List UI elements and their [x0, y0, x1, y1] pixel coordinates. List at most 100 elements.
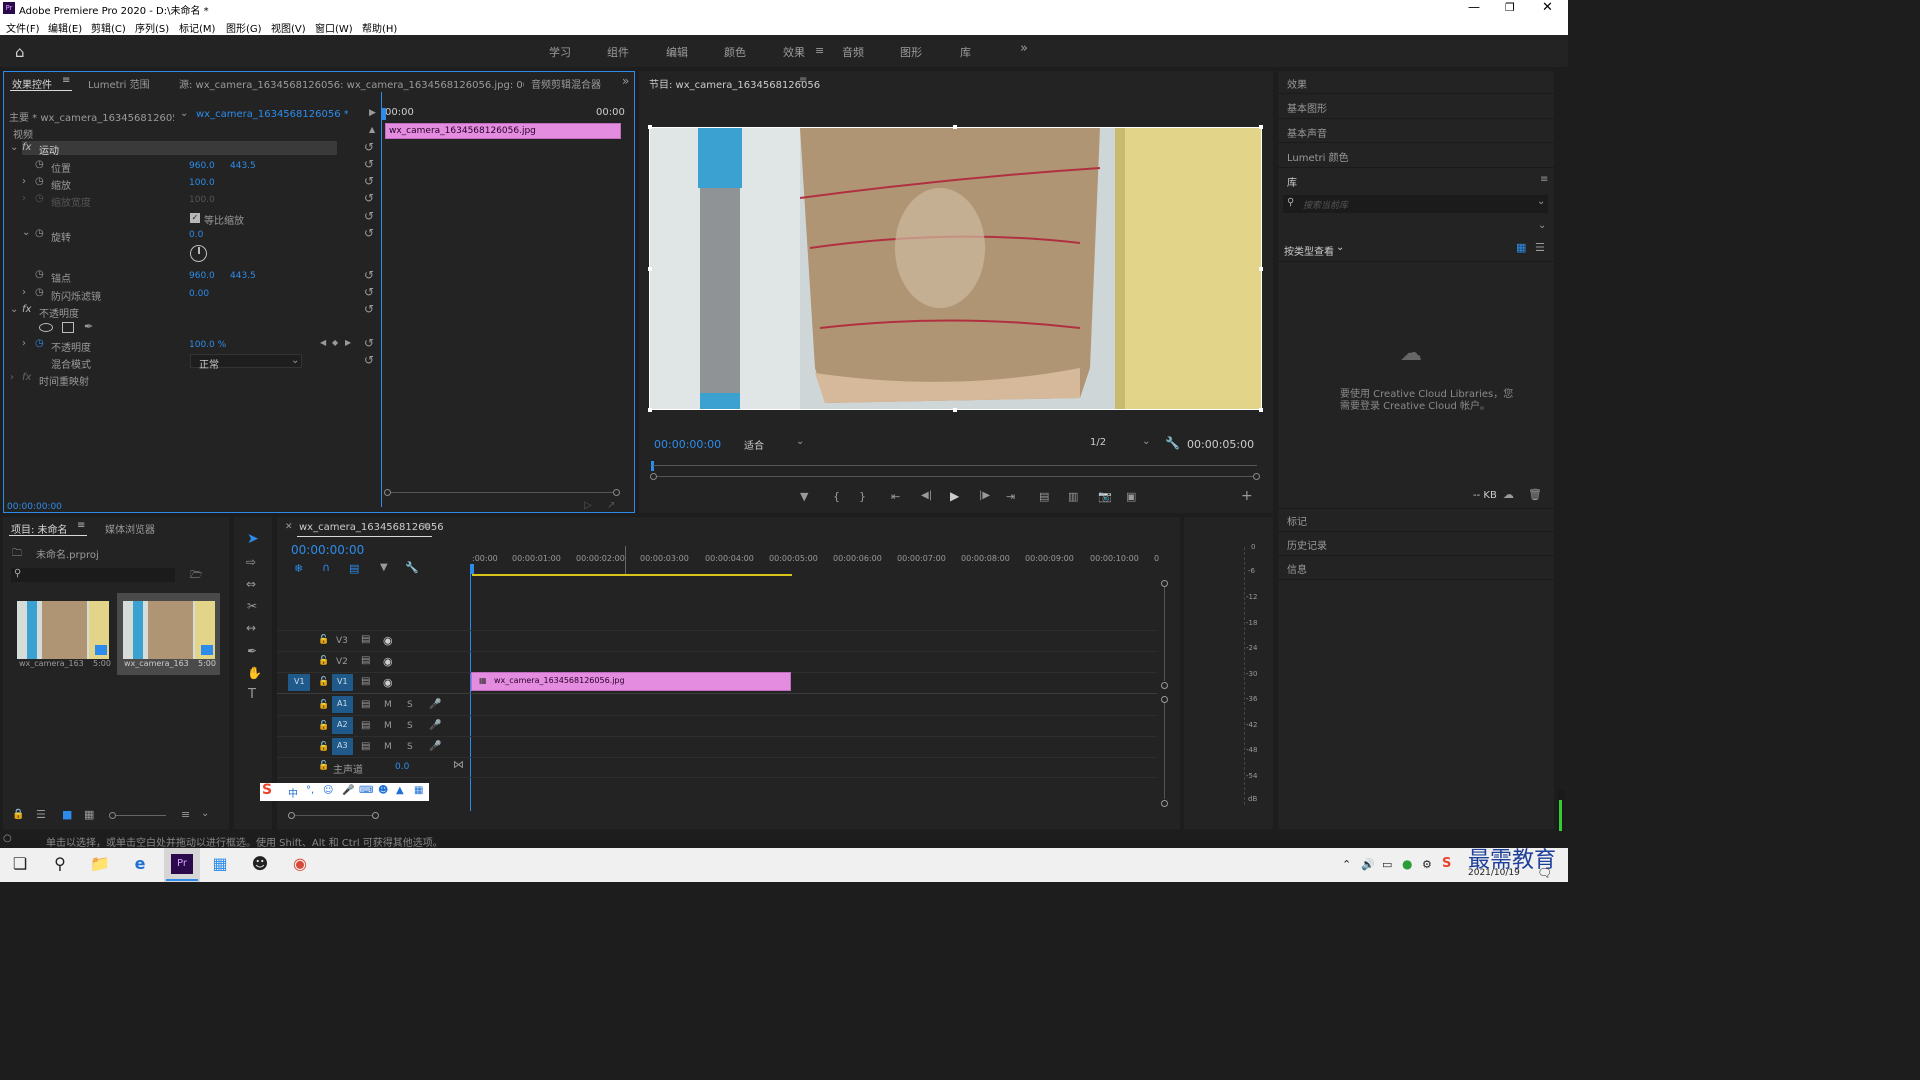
windows-start-icon[interactable]: ❏	[8, 854, 32, 876]
reset-icon[interactable]: ↺	[364, 336, 374, 350]
ime-skin-icon[interactable]: ▲	[396, 785, 404, 796]
blend-mode-select[interactable]: 正常 ⌄	[190, 354, 302, 371]
more-workspaces-icon[interactable]: »	[1020, 41, 1028, 56]
video-frame[interactable]	[649, 127, 1262, 410]
mute-button[interactable]: M	[384, 721, 392, 731]
program-title[interactable]: 节目: wx_camera_1634568126056	[649, 76, 820, 91]
project-search-input[interactable]: ⚲	[11, 568, 175, 582]
view-by-type-select[interactable]: 按类型查看	[1284, 243, 1334, 258]
eye-icon[interactable]: ◉	[383, 634, 393, 647]
lock-icon[interactable]: 🔓	[318, 742, 329, 752]
mark-out-icon[interactable]: }	[859, 490, 866, 503]
microphone-icon[interactable]: 🎤	[429, 699, 441, 710]
lock-icon[interactable]: 🔓	[318, 761, 329, 771]
expand-chevron-icon[interactable]: ⌄	[10, 304, 18, 315]
scroll-handle[interactable]	[1161, 696, 1168, 703]
ime-chinese-icon[interactable]: 中	[288, 785, 298, 800]
scroll-handle[interactable]	[1161, 800, 1168, 807]
reset-icon[interactable]: ↺	[364, 285, 374, 299]
mute-button[interactable]: M	[384, 742, 392, 752]
scale-value[interactable]: 100.0	[189, 178, 215, 188]
razor-tool-icon[interactable]: ✂	[247, 599, 257, 613]
next-keyframe-icon[interactable]: ▶	[345, 338, 351, 347]
stopwatch-icon[interactable]: ◷	[35, 228, 44, 239]
zoom-handle-left[interactable]	[650, 473, 657, 480]
flicker-value[interactable]: 0.00	[189, 289, 209, 299]
workspace-assembly[interactable]: 组件	[607, 44, 629, 60]
source-patch-v1[interactable]: V1	[288, 674, 310, 691]
menu-graphics[interactable]: 图形(G)	[226, 20, 262, 35]
sync-lock-icon[interactable]: ▤	[361, 741, 370, 752]
history-tab[interactable]: 历史记录	[1287, 537, 1327, 552]
menu-marker[interactable]: 标记(M)	[179, 20, 215, 35]
sync-lock-icon[interactable]: ▤	[361, 676, 370, 687]
reset-icon[interactable]: ↺	[364, 226, 374, 240]
taskbar-date[interactable]: 2021/10/19	[1468, 868, 1520, 878]
expand-chevron-icon[interactable]: ⌄	[22, 227, 30, 238]
mute-button[interactable]: M	[384, 700, 392, 710]
sogou-tray-icon[interactable]: S	[1442, 856, 1451, 871]
eye-icon[interactable]: ◉	[383, 655, 393, 668]
motion-effect-label[interactable]: 运动	[39, 142, 59, 157]
workspace-graphics[interactable]: 图形	[900, 44, 922, 60]
zoom-handle-left[interactable]	[288, 812, 295, 819]
chrome-icon[interactable]: ◉	[288, 854, 312, 876]
close-tab-icon[interactable]: ✕	[285, 522, 293, 532]
markers-tab[interactable]: 标记	[1287, 513, 1307, 528]
pen-mask-icon[interactable]: ✒	[84, 320, 93, 333]
panel-menu-icon[interactable]: ≡	[422, 521, 430, 532]
play-icon[interactable]: ▶	[950, 489, 959, 503]
tray-app-icon[interactable]: ●	[1402, 857, 1412, 871]
sogou-logo-icon[interactable]: S	[262, 782, 272, 798]
go-to-in-icon[interactable]: ⇤	[891, 490, 900, 503]
step-back-icon[interactable]: ◀|	[921, 490, 932, 501]
hand-tool-icon[interactable]: ✋	[247, 666, 262, 680]
camera-icon[interactable]: 📷	[1098, 490, 1112, 503]
microphone-icon[interactable]: 🎤	[429, 720, 441, 731]
panel-menu-icon[interactable]: ≡	[1540, 174, 1548, 185]
sync-lock-icon[interactable]: ▤	[361, 720, 370, 731]
zoom-handle-right[interactable]	[1253, 473, 1260, 480]
slip-tool-icon[interactable]: ↔	[246, 621, 256, 635]
expand-chevron-icon[interactable]: ›	[22, 338, 26, 349]
uniform-scale-checkbox[interactable]: ✓	[190, 213, 200, 223]
tray-app2-icon[interactable]: ⚙	[1422, 858, 1432, 871]
opacity-value[interactable]: 100.0 %	[189, 340, 226, 350]
time-remap-label[interactable]: 时间重映射	[39, 373, 89, 388]
ime-punct-icon[interactable]: °,	[306, 785, 314, 796]
tab-effect-controls[interactable]: 效果控件	[12, 76, 52, 91]
ellipse-mask-icon[interactable]	[39, 323, 53, 332]
play-triangle-icon[interactable]: ▶	[369, 108, 376, 118]
export-frame-icon[interactable]: ▷	[584, 500, 592, 511]
list-view-icon[interactable]: ☰	[36, 808, 46, 821]
minimize-button[interactable]: —	[1468, 0, 1480, 14]
ec-playhead[interactable]	[382, 108, 386, 120]
reset-icon[interactable]: ↺	[364, 174, 374, 188]
tray-chevron-icon[interactable]: ⌃	[1342, 858, 1351, 871]
close-button[interactable]: ✕	[1542, 0, 1553, 15]
menu-window[interactable]: 窗口(W)	[315, 20, 353, 35]
microphone-icon[interactable]: 🎤	[429, 741, 441, 752]
position-y[interactable]: 443.5	[230, 161, 256, 171]
timeline-timecode[interactable]: 00:00:00:00	[291, 543, 364, 557]
workspace-effects[interactable]: 效果	[783, 44, 805, 60]
network-icon[interactable]: ▭	[1382, 858, 1392, 871]
menu-view[interactable]: 视图(V)	[271, 20, 306, 35]
chevron-down-icon[interactable]: ⌄	[180, 108, 188, 119]
zoom-slider-track[interactable]	[116, 815, 166, 816]
home-icon[interactable]: ⌂	[15, 43, 25, 61]
ime-user-icon[interactable]: ☻	[378, 785, 388, 796]
fx-icon[interactable]: fx	[22, 304, 31, 315]
wrench-icon[interactable]: 🔧	[405, 561, 419, 574]
sync-lock-icon[interactable]: ▤	[361, 699, 370, 710]
trash-icon[interactable]: 🗑	[1528, 488, 1542, 501]
program-playhead[interactable]	[651, 461, 654, 471]
ime-emoji-icon[interactable]: ☺	[323, 785, 333, 796]
wrench-icon[interactable]: 🔧	[1165, 436, 1180, 450]
freeform-view-icon[interactable]: ▦	[84, 808, 94, 821]
rotation-value[interactable]: 0.0	[189, 230, 203, 240]
add-button-icon[interactable]: +	[1241, 488, 1253, 504]
tab-project[interactable]: 项目: 未命名	[11, 521, 68, 536]
tab-media-browser[interactable]: 媒体浏览器	[105, 521, 155, 536]
grid-view-icon[interactable]: ▦	[1516, 241, 1526, 254]
